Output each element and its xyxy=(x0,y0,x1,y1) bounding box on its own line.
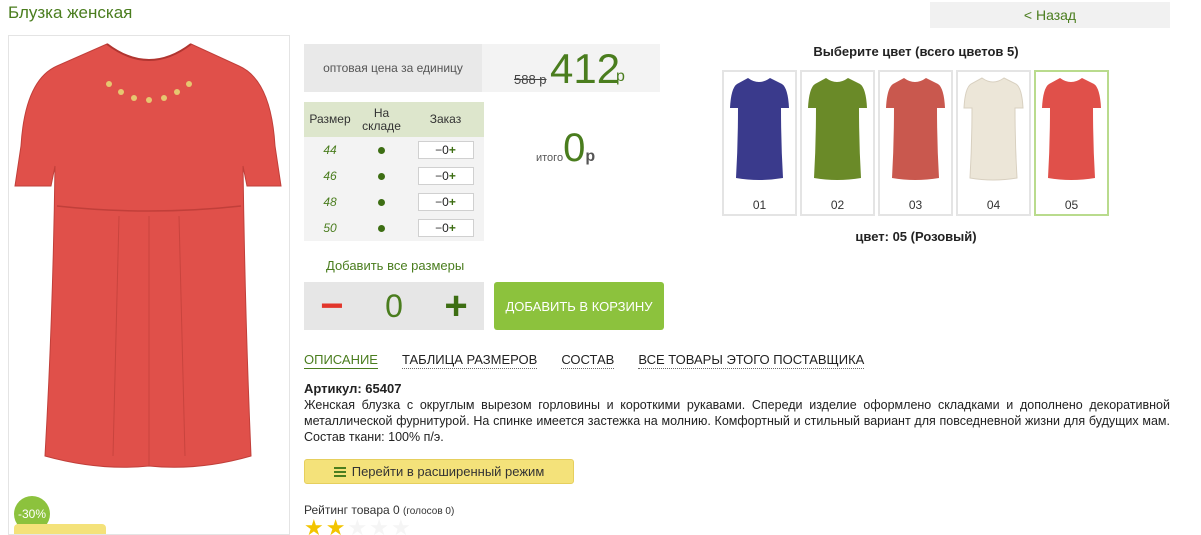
header-order: Заказ xyxy=(429,112,462,126)
color-swatch[interactable]: 04 xyxy=(956,70,1031,216)
quantity-value[interactable]: 0 xyxy=(360,288,428,325)
old-price: 588 р xyxy=(514,72,547,87)
add-to-cart-button[interactable]: ДОБАВИТЬ В КОРЗИНУ xyxy=(494,282,664,330)
color-swatches: 01 02 03 04 05 xyxy=(722,70,1109,216)
increase-button[interactable]: + xyxy=(449,195,456,209)
page-title: Блузка женская xyxy=(8,3,133,22)
tab-description[interactable]: ОПИСАНИЕ xyxy=(304,352,378,369)
swatch-number: 02 xyxy=(830,198,845,212)
color-swatch[interactable]: 03 xyxy=(878,70,953,216)
advanced-mode-label: Перейти в расширенный режим xyxy=(351,464,545,479)
total-currency: р xyxy=(585,148,596,165)
in-stock-dot-icon xyxy=(378,146,385,154)
stepper-value[interactable]: 0 xyxy=(442,221,449,235)
swatch-image xyxy=(886,78,945,180)
quantity-plus-button[interactable]: + xyxy=(428,286,484,326)
in-stock-dot-icon xyxy=(378,198,385,206)
selected-color-label: цвет: 05 (Розовый) xyxy=(855,229,977,244)
decrease-button[interactable]: − xyxy=(435,169,442,183)
quantity-selector: − 0 + xyxy=(304,282,484,330)
stock-indicator xyxy=(356,163,407,189)
size-value: 50 xyxy=(323,221,337,235)
stock-indicator xyxy=(356,215,407,241)
decrease-button[interactable]: − xyxy=(435,195,442,209)
increase-button[interactable]: + xyxy=(449,169,456,183)
quantity-stepper[interactable]: − 0 + xyxy=(417,219,474,237)
rating-stars[interactable]: ★ ★ ★ ★ ★ xyxy=(304,517,411,535)
product-page: Блузка женская < Назад -30% оптовая цена… xyxy=(0,0,1201,535)
add-all-sizes-link[interactable]: Добавить все размеры xyxy=(326,258,464,273)
price-box: оптовая цена за единицу 588 р 412 р xyxy=(304,44,660,92)
quantity-minus-button[interactable]: − xyxy=(304,286,360,326)
total-label: итого xyxy=(536,152,564,164)
in-stock-dot-icon xyxy=(378,224,385,232)
star-icon[interactable]: ★ xyxy=(304,517,324,535)
list-icon xyxy=(333,466,346,477)
star-icon[interactable]: ★ xyxy=(347,517,367,535)
header-size: Размер xyxy=(309,112,351,126)
swatch-number: 01 xyxy=(752,198,767,212)
color-swatch[interactable]: 01 xyxy=(722,70,797,216)
total-value: 0 xyxy=(563,126,586,170)
stepper-value[interactable]: 0 xyxy=(442,143,449,157)
product-photo[interactable]: -30% xyxy=(8,35,290,535)
quantity-stepper[interactable]: − 0 + xyxy=(417,193,474,211)
price-label: оптовая цена за единицу xyxy=(304,44,482,92)
tab-composition[interactable]: СОСТАВ xyxy=(561,352,615,369)
table-row: 48 − 0 + xyxy=(304,189,484,215)
article-number: Артикул: 65407 xyxy=(304,381,402,396)
header-stock: На складе xyxy=(362,105,401,133)
increase-button[interactable]: + xyxy=(449,143,456,157)
quantity-stepper[interactable]: − 0 + xyxy=(417,141,474,159)
swatch-number: 05 xyxy=(1064,198,1079,212)
stock-indicator xyxy=(356,189,407,215)
color-swatch[interactable]: 02 xyxy=(800,70,875,216)
size-value: 46 xyxy=(323,169,337,183)
size-table-header: Размер На складе Заказ xyxy=(304,102,484,137)
back-button[interactable]: < Назад xyxy=(930,2,1170,28)
order-total: итого0р xyxy=(536,126,595,171)
swatch-number: 03 xyxy=(908,198,923,212)
quantity-stepper[interactable]: − 0 + xyxy=(417,167,474,185)
tab-size-chart[interactable]: ТАБЛИЦА РАЗМЕРОВ xyxy=(401,352,538,369)
badge-tab xyxy=(14,524,106,534)
in-stock-dot-icon xyxy=(378,172,385,180)
size-table: Размер На складе Заказ 44 − 0 + 46 − 0 +… xyxy=(304,102,484,241)
price-currency: р xyxy=(616,68,625,85)
star-icon[interactable]: ★ xyxy=(369,517,389,535)
swatch-number: 04 xyxy=(986,198,1001,212)
color-picker-title: Выберите цвет (всего цветов 5) xyxy=(813,44,1019,59)
stock-indicator xyxy=(356,137,407,163)
tab-supplier-products[interactable]: ВСЕ ТОВАРЫ ЭТОГО ПОСТАВЩИКА xyxy=(638,352,865,369)
blouse-image xyxy=(14,43,282,468)
product-description: Женская блузка с округлым вырезом горлов… xyxy=(304,398,1170,444)
swatch-image xyxy=(730,78,789,180)
color-swatch-selected[interactable]: 05 xyxy=(1034,70,1109,216)
stepper-value[interactable]: 0 xyxy=(442,195,449,209)
advanced-mode-button[interactable]: Перейти в расширенный режим xyxy=(304,459,574,484)
size-value: 44 xyxy=(323,143,337,157)
table-row: 46 − 0 + xyxy=(304,163,484,189)
rating-votes: (голосов 0) xyxy=(403,506,455,517)
size-value: 48 xyxy=(323,195,337,209)
new-price: 412 xyxy=(550,45,621,92)
decrease-button[interactable]: − xyxy=(435,221,442,235)
increase-button[interactable]: + xyxy=(449,221,456,235)
stepper-value[interactable]: 0 xyxy=(442,169,449,183)
decrease-button[interactable]: − xyxy=(435,143,442,157)
table-row: 50 − 0 + xyxy=(304,215,484,241)
table-row: 44 − 0 + xyxy=(304,137,484,163)
star-icon[interactable]: ★ xyxy=(326,517,346,535)
swatch-image xyxy=(808,78,867,180)
swatch-image xyxy=(963,77,1024,181)
star-icon[interactable]: ★ xyxy=(391,517,411,535)
swatch-image xyxy=(1042,78,1101,180)
info-tabs: ОПИСАНИЕ ТАБЛИЦА РАЗМЕРОВ СОСТАВ ВСЕ ТОВ… xyxy=(304,352,865,369)
